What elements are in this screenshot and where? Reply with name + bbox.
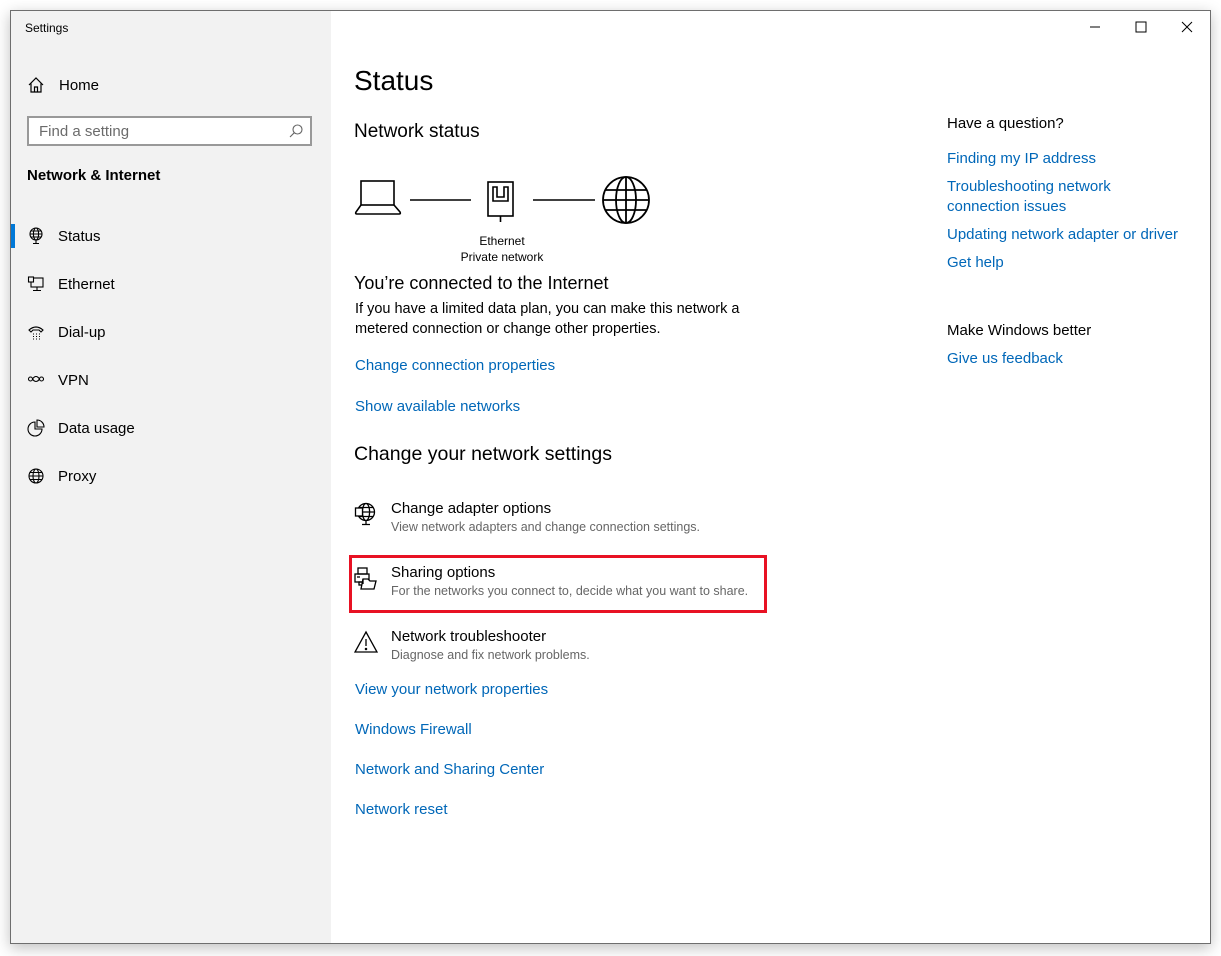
- option-title: Network troubleshooter: [391, 628, 547, 645]
- search-input[interactable]: [29, 121, 288, 141]
- network-troubleshooter[interactable]: Network troubleshooter Diagnose and fix …: [353, 628, 754, 672]
- page-title: Status: [354, 65, 434, 96]
- search-box[interactable]: [27, 116, 312, 146]
- change-settings-heading: Change your network settings: [354, 443, 612, 465]
- network-diagram: Ethernet Private network: [354, 173, 664, 264]
- sidebar-item-vpn[interactable]: VPN: [11, 356, 331, 404]
- settings-window: Settings Home Network & Internet Status: [10, 10, 1211, 944]
- search-icon[interactable]: [288, 123, 304, 139]
- sidebar-item-dial-up[interactable]: Dial-up: [11, 308, 331, 356]
- status-globe-monitor-icon: [27, 227, 45, 245]
- sharing-options[interactable]: Sharing options For the networks you con…: [354, 564, 754, 608]
- maximize-icon: [1135, 21, 1147, 33]
- sidebar-item-label: Status: [58, 227, 101, 245]
- close-icon: [1181, 21, 1193, 33]
- minimize-icon: [1090, 26, 1100, 28]
- sidebar-item-data-usage[interactable]: Data usage: [11, 404, 331, 452]
- network-status-heading: Network status: [354, 121, 480, 142]
- connection-type-label: Ethernet: [479, 234, 525, 248]
- option-description: View network adapters and change connect…: [391, 520, 700, 534]
- feedback-heading: Make Windows better: [947, 322, 1092, 339]
- home-nav-item[interactable]: Home: [27, 73, 99, 97]
- main-content: Status Network status Ethernet Private n…: [331, 11, 1210, 943]
- section-title: Network & Internet: [27, 167, 161, 184]
- nav-list: Status Ethernet Dial-up VPN Data usage P…: [11, 212, 331, 500]
- sidebar-item-label: Dial-up: [58, 323, 106, 341]
- maximize-button[interactable]: [1118, 11, 1164, 43]
- sidebar: Settings Home Network & Internet Status: [11, 11, 331, 943]
- show-available-networks-link[interactable]: Show available networks: [355, 398, 520, 415]
- option-description: Diagnose and fix network problems.: [391, 648, 590, 662]
- sidebar-item-label: VPN: [58, 371, 89, 389]
- close-button[interactable]: [1164, 11, 1210, 43]
- ethernet-port-icon: [487, 181, 514, 222]
- sidebar-item-label: Proxy: [58, 467, 97, 485]
- option-title: Sharing options: [391, 564, 496, 581]
- option-description: For the networks you connect to, decide …: [391, 584, 749, 598]
- connected-description: If you have a limited data plan, you can…: [355, 301, 740, 337]
- internet-globe-icon: [602, 176, 650, 224]
- app-title: Settings: [25, 21, 69, 35]
- minimize-button[interactable]: [1072, 11, 1118, 43]
- sidebar-item-label: Ethernet: [58, 275, 115, 293]
- sidebar-item-ethernet[interactable]: Ethernet: [11, 260, 331, 308]
- ethernet-icon: [27, 275, 45, 293]
- data-usage-pie-icon: [27, 419, 45, 437]
- warning-icon: [353, 630, 379, 654]
- network-profile-label: Private network: [460, 250, 544, 264]
- option-title: Change adapter options: [391, 500, 552, 517]
- updating-adapter-link[interactable]: Updating network adapter or driver: [947, 225, 1178, 245]
- troubleshooting-link[interactable]: Troubleshooting network connection issue…: [947, 177, 1137, 217]
- change-adapter-options[interactable]: Change adapter options View network adap…: [354, 500, 754, 544]
- connected-heading: You’re connected to the Internet: [354, 273, 609, 293]
- proxy-globe-icon: [27, 467, 45, 485]
- home-label: Home: [59, 76, 100, 94]
- sidebar-item-label: Data usage: [58, 419, 135, 437]
- vpn-icon: [27, 371, 45, 389]
- network-reset-link[interactable]: Network reset: [355, 801, 448, 818]
- give-feedback-link[interactable]: Give us feedback: [947, 349, 1063, 369]
- change-connection-properties-link[interactable]: Change connection properties: [355, 357, 555, 374]
- question-heading: Have a question?: [947, 115, 1064, 132]
- windows-firewall-link[interactable]: Windows Firewall: [355, 721, 472, 738]
- sidebar-item-status[interactable]: Status: [11, 212, 331, 260]
- sharing-icon: [354, 566, 378, 590]
- adapter-icon: [354, 502, 378, 526]
- finding-ip-link[interactable]: Finding my IP address: [947, 149, 1096, 169]
- dial-up-phone-icon: [27, 323, 45, 341]
- laptop-icon: [354, 180, 402, 215]
- get-help-link[interactable]: Get help: [947, 253, 1004, 273]
- view-network-properties-link[interactable]: View your network properties: [355, 681, 548, 698]
- home-icon: [27, 76, 45, 94]
- sidebar-item-proxy[interactable]: Proxy: [11, 452, 331, 500]
- network-sharing-center-link[interactable]: Network and Sharing Center: [355, 761, 544, 778]
